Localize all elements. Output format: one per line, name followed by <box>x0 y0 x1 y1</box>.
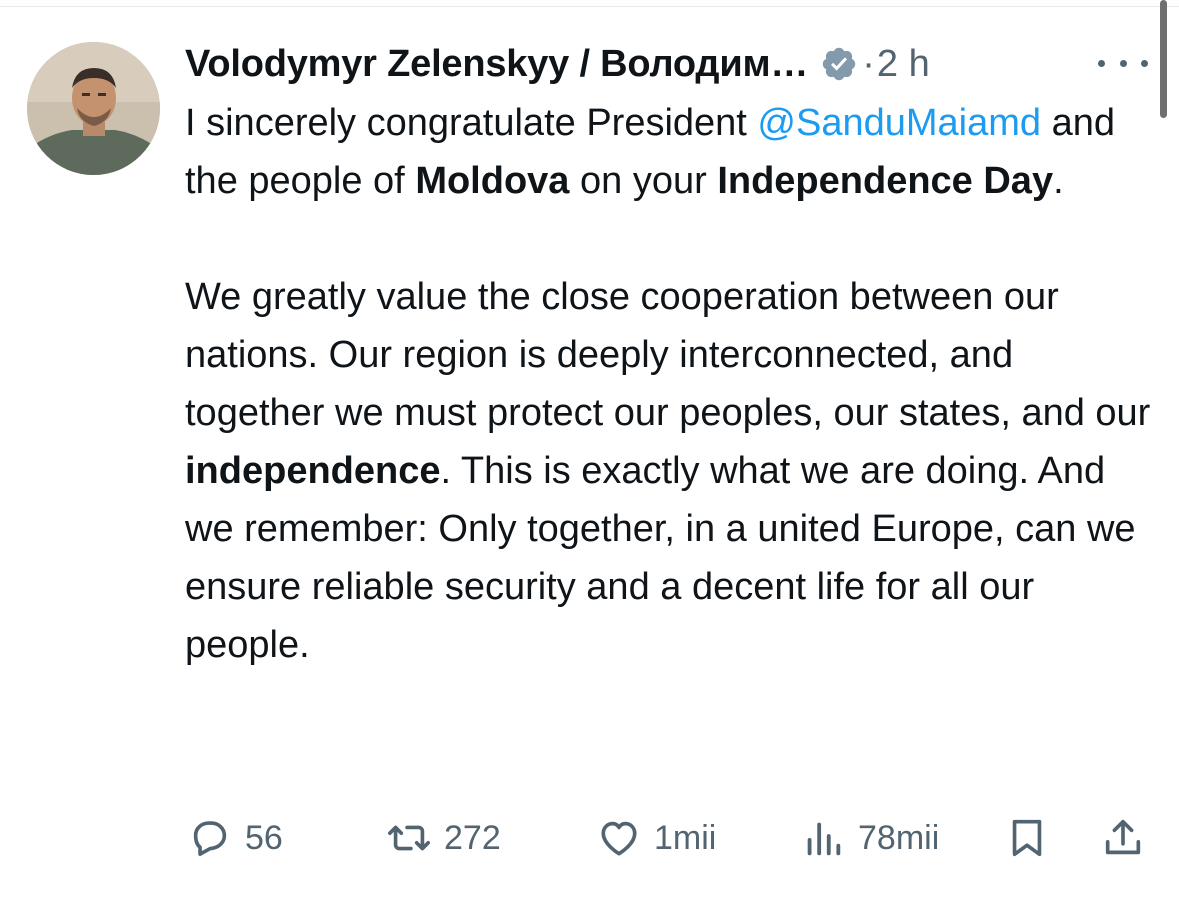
author-name[interactable]: Volodymyr Zelenskyy / Володим… <box>185 43 808 86</box>
more-dot <box>1098 59 1105 67</box>
text-run: . <box>1053 160 1064 202</box>
repost-button[interactable]: 272 <box>386 808 501 868</box>
avatar-image <box>27 42 160 175</box>
top-divider <box>0 0 1179 7</box>
tweet-paragraph-2: We greatly value the close cooperation b… <box>185 268 1160 674</box>
scrollbar[interactable] <box>1160 0 1167 118</box>
text-run: We greatly value the close cooperation b… <box>185 276 1151 434</box>
repost-count: 272 <box>444 818 501 857</box>
reply-count: 56 <box>245 818 283 857</box>
more-dots-icon[interactable] <box>1098 48 1148 78</box>
views-count: 78mii <box>858 818 940 857</box>
tweet-text: I sincerely congratulate President @Sand… <box>185 94 1160 674</box>
bold-text: Moldova <box>415 160 570 202</box>
text-run: on your <box>569 160 718 202</box>
bookmark-icon <box>1012 819 1042 857</box>
verified-badge-icon <box>823 47 856 81</box>
views-button[interactable]: 78mii <box>800 808 939 868</box>
tweet-header: Volodymyr Zelenskyy / Володим… · 2 h <box>185 36 930 92</box>
like-button[interactable]: 1mii <box>596 808 716 868</box>
reply-button[interactable]: 56 <box>187 808 283 868</box>
bookmark-button[interactable] <box>1004 808 1050 868</box>
like-count: 1mii <box>654 818 717 857</box>
avatar[interactable] <box>27 42 160 175</box>
more-dot <box>1141 59 1148 67</box>
share-button[interactable] <box>1100 808 1146 868</box>
more-dot <box>1119 59 1127 67</box>
reply-icon <box>193 821 227 856</box>
tweet-paragraph-1: I sincerely congratulate President @Sand… <box>185 94 1160 210</box>
repost-icon <box>388 825 430 851</box>
bold-text: Independence Day <box>717 160 1054 202</box>
separator-dot: · <box>862 42 875 85</box>
mention-link[interactable]: @SanduMaiamd <box>757 102 1041 144</box>
heart-icon <box>601 821 637 856</box>
bold-text: independence <box>185 450 441 492</box>
timestamp[interactable]: 2 h <box>877 43 930 86</box>
views-icon <box>807 822 841 856</box>
text-run: I sincerely congratulate President <box>185 102 758 144</box>
action-bar: 56 272 1mii 78mii <box>0 808 1179 868</box>
share-icon <box>1105 819 1141 855</box>
